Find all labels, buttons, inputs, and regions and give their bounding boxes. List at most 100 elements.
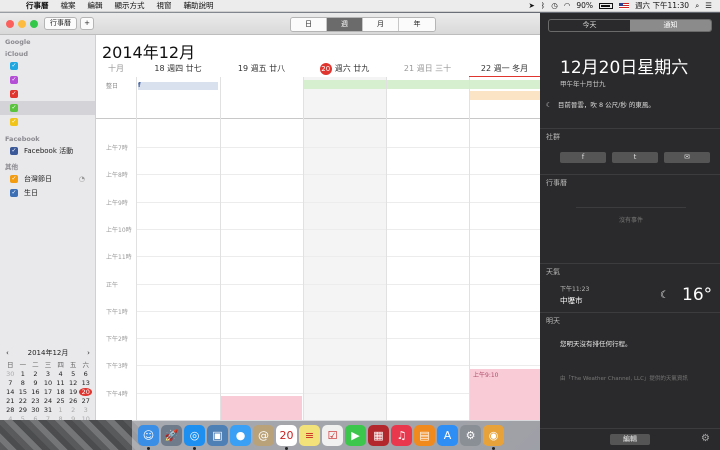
messages-icon[interactable]: ● — [230, 425, 251, 446]
view-month-tab[interactable]: 月 — [363, 18, 399, 31]
facetime-icon[interactable]: ▶ — [345, 425, 366, 446]
mini-calendar-day[interactable]: 21 — [4, 397, 17, 405]
mini-calendar-day[interactable]: 9 — [67, 415, 80, 420]
tab-today[interactable]: 今天 — [549, 20, 630, 31]
tab-notifications[interactable]: 通知 — [630, 20, 711, 31]
mini-calendar-day[interactable]: 18 — [54, 388, 67, 396]
mini-calendar-day[interactable]: 4 — [4, 415, 17, 420]
safari-icon[interactable]: ◎ — [184, 425, 205, 450]
checkbox-icon[interactable]: ✓ — [10, 90, 18, 98]
mini-calendar-day[interactable]: 5 — [17, 415, 30, 420]
itunes-icon[interactable]: ♫ — [391, 425, 412, 446]
mini-calendar-day[interactable]: 28 — [4, 406, 17, 414]
sidebar-item-facebook-events[interactable]: ✓ Facebook 活動 — [0, 144, 95, 158]
mini-calendar-day[interactable]: 30 — [4, 370, 17, 378]
mini-calendar-day[interactable]: 3 — [42, 370, 55, 378]
mini-calendar-day[interactable]: 7 — [42, 415, 55, 420]
mini-calendar-day[interactable]: 7 — [4, 379, 17, 387]
mini-calendar-day[interactable]: 24 — [42, 397, 55, 405]
mini-calendar-day[interactable]: 3 — [79, 406, 92, 414]
menu-view[interactable]: 顯示方式 — [109, 0, 151, 11]
mini-calendar-day[interactable]: 1 — [54, 406, 67, 414]
twitter-share-button[interactable]: t — [612, 152, 658, 163]
timemachine-icon[interactable]: ◷ — [551, 1, 558, 10]
day-header[interactable]: 十月 — [96, 63, 136, 77]
mini-calendar-day[interactable]: 17 — [42, 388, 55, 396]
sidebar-item-icloud-calendar[interactable]: ✓ — [0, 59, 95, 73]
close-window-button[interactable] — [6, 19, 14, 28]
mini-calendar-day[interactable]: 1 — [17, 370, 30, 378]
all-day-event[interactable]: f — [138, 82, 218, 90]
mini-calendar-day[interactable]: 10 — [42, 379, 55, 387]
mini-calendar-day[interactable]: 22 — [17, 397, 30, 405]
appstore-icon[interactable]: A — [437, 425, 458, 446]
mini-calendar-day[interactable]: 27 — [79, 397, 92, 405]
chrome-icon[interactable]: ◉ — [483, 425, 504, 450]
checkbox-icon[interactable]: ✓ — [10, 104, 18, 112]
menu-help[interactable]: 輔助說明 — [178, 0, 220, 11]
notes-icon[interactable]: ≡ — [299, 425, 320, 446]
battery-icon[interactable] — [599, 2, 614, 9]
view-week-tab[interactable]: 週 — [327, 18, 363, 31]
timed-event[interactable]: 上午9:10 — [469, 369, 540, 420]
location-icon[interactable]: ➤ — [529, 1, 535, 10]
mini-calendar-prev-button[interactable]: ‹ — [6, 349, 9, 357]
mini-calendar-day[interactable]: 8 — [54, 415, 67, 420]
menu-app-name[interactable]: 行事曆 — [20, 0, 55, 11]
mini-calendar-day[interactable]: 5 — [67, 370, 80, 378]
mini-calendar-day[interactable]: 31 — [42, 406, 55, 414]
notification-center-icon[interactable]: ☰ — [705, 1, 712, 10]
checkbox-icon[interactable]: ✓ — [10, 118, 18, 126]
gear-icon[interactable]: ⚙ — [701, 433, 710, 444]
nc-weather-widget[interactable]: 下午11:23 中壢市 ☾ 16° — [560, 284, 712, 312]
minimize-window-button[interactable] — [18, 19, 26, 28]
nc-edit-button[interactable]: 編輯 — [610, 434, 650, 445]
photobooth-icon[interactable]: ▦ — [368, 425, 389, 446]
battery-percent[interactable]: 90% — [576, 1, 593, 10]
mini-calendar-day[interactable]: 15 — [17, 388, 30, 396]
mini-calendar-day[interactable]: 25 — [54, 397, 67, 405]
bluetooth-icon[interactable]: ᛒ — [541, 1, 546, 10]
menu-file[interactable]: 檔案 — [55, 0, 82, 11]
sidebar-item-icloud-calendar[interactable]: ✓ — [0, 87, 95, 101]
mini-calendar-day[interactable]: 2 — [29, 370, 42, 378]
all-day-event[interactable] — [303, 80, 540, 89]
preview-icon[interactable]: ▣ — [207, 425, 228, 446]
mini-calendar-day[interactable]: 12 — [67, 379, 80, 387]
mini-calendar-day[interactable]: 2 — [67, 406, 80, 414]
mini-calendar-day[interactable]: 8 — [17, 379, 30, 387]
day-header[interactable]: 22 週一 冬月 — [469, 63, 540, 77]
mini-calendar-day[interactable]: 23 — [29, 397, 42, 405]
sidebar-item-icloud-calendar[interactable]: ✓ — [0, 73, 95, 87]
mini-calendar-day[interactable]: 11 — [54, 379, 67, 387]
checkbox-icon[interactable]: ✓ — [10, 76, 18, 84]
messages-share-button[interactable]: ✉ — [664, 152, 710, 163]
mini-calendar-day[interactable]: 6 — [29, 415, 42, 420]
view-day-tab[interactable]: 日 — [291, 18, 327, 31]
menubar-clock[interactable]: 週六 下午11:30 — [635, 0, 689, 11]
menu-edit[interactable]: 編輯 — [82, 0, 109, 11]
sidebar-item-icloud-calendar[interactable]: ✓ — [0, 101, 95, 115]
input-source-flag-icon[interactable] — [619, 2, 630, 9]
add-event-button[interactable]: + — [80, 17, 94, 30]
mini-calendar-day[interactable]: 10 — [79, 415, 92, 420]
facebook-share-button[interactable]: f — [560, 152, 606, 163]
wifi-icon[interactable]: ◠ — [564, 1, 571, 10]
sidebar-item-taiwan-holidays[interactable]: ✓ 台灣節日 ◔ — [0, 172, 95, 186]
mini-calendar-day[interactable]: 4 — [54, 370, 67, 378]
day-header[interactable]: 19 週五 廿八 — [220, 63, 303, 77]
sidebar-item-birthdays[interactable]: ✓ 生日 — [0, 186, 95, 200]
calendar-icon[interactable]: 20 — [276, 425, 297, 450]
mini-calendar-day[interactable]: 30 — [29, 406, 42, 414]
checkbox-icon[interactable]: ✓ — [10, 175, 18, 183]
all-day-event[interactable] — [469, 91, 540, 100]
system-preferences-icon[interactable]: ⚙ — [460, 425, 481, 446]
contacts-icon[interactable]: @ — [253, 425, 274, 446]
mini-calendar-day[interactable]: 16 — [29, 388, 42, 396]
calendars-button[interactable]: 行事曆 — [44, 17, 77, 30]
mini-calendar-day[interactable]: 19 — [67, 388, 80, 396]
checkbox-icon[interactable]: ✓ — [10, 62, 18, 70]
day-header[interactable]: 21 週日 三十 — [386, 63, 469, 77]
sidebar-item-icloud-calendar[interactable]: ✓ — [0, 115, 95, 129]
day-header[interactable]: 20 週六 廿九 — [303, 63, 386, 77]
